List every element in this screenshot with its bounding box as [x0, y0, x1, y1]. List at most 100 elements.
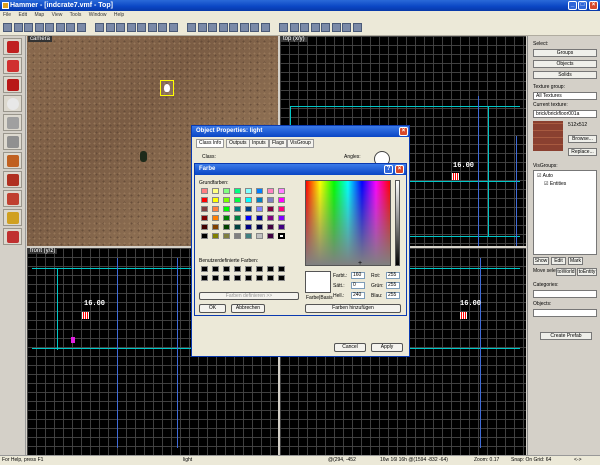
tab-visgroup[interactable]: VisGroup	[287, 139, 314, 148]
basic-color-swatch[interactable]	[245, 224, 252, 230]
basic-color-swatch[interactable]	[256, 206, 263, 212]
custom-color-swatch[interactable]	[245, 275, 252, 281]
side-light-marker[interactable]	[460, 312, 467, 319]
camera-tool-icon[interactable]	[3, 76, 22, 93]
basic-color-swatch[interactable]	[245, 188, 252, 194]
selection-tool-icon[interactable]	[3, 38, 22, 55]
custom-color-swatch[interactable]	[245, 266, 252, 272]
mark-button[interactable]: Mark	[568, 257, 583, 265]
custom-color-swatch[interactable]	[256, 275, 263, 281]
apply-button[interactable]: Apply	[371, 343, 403, 352]
tab-class-info[interactable]: Class Info	[196, 139, 225, 148]
grid-icon[interactable]	[95, 23, 104, 32]
custom-color-swatch[interactable]	[278, 266, 285, 272]
tab-flags[interactable]: Flags	[269, 139, 288, 148]
overlay-tool-icon[interactable]	[3, 190, 22, 207]
menu-view[interactable]: View	[52, 12, 63, 18]
basic-color-swatch[interactable]	[201, 224, 208, 230]
basic-color-swatch[interactable]	[223, 233, 230, 239]
light-entity[interactable]	[160, 80, 174, 96]
ok-button[interactable]: OK	[199, 304, 226, 313]
basic-color-swatch[interactable]	[278, 233, 285, 239]
basic-color-swatch[interactable]	[223, 215, 230, 221]
replace-button[interactable]: Replace...	[568, 148, 597, 156]
basic-color-swatch[interactable]	[267, 206, 274, 212]
basic-color-swatch[interactable]	[201, 206, 208, 212]
solids-button[interactable]: Solids	[533, 71, 597, 79]
basic-color-swatch[interactable]	[256, 215, 263, 221]
entity-tool-icon[interactable]	[3, 95, 22, 112]
basic-color-swatch[interactable]	[234, 224, 241, 230]
menu-edit[interactable]: Edit	[18, 12, 27, 18]
add-custom-color-button[interactable]: Farben hinzufügen	[305, 304, 401, 313]
basic-color-swatch[interactable]	[267, 233, 274, 239]
undo-icon[interactable]	[66, 23, 75, 32]
basic-color-swatch[interactable]	[256, 197, 263, 203]
custom-color-swatch[interactable]	[201, 275, 208, 281]
save-icon[interactable]	[24, 23, 33, 32]
basic-color-swatch[interactable]	[212, 233, 219, 239]
paste-icon[interactable]	[55, 23, 65, 32]
menu-tools[interactable]: Tools	[70, 12, 82, 18]
basic-color-swatch[interactable]	[245, 233, 252, 239]
grid-toggle-icon[interactable]	[105, 23, 115, 32]
ungroup-icon[interactable]	[147, 23, 157, 32]
groups-button[interactable]: Groups	[533, 49, 597, 57]
custom-color-swatch[interactable]	[234, 275, 241, 281]
basic-color-swatch[interactable]	[201, 188, 208, 194]
objects-button[interactable]: Objects	[533, 60, 597, 68]
wireframe-icon[interactable]	[260, 23, 270, 32]
custom-color-swatch[interactable]	[223, 266, 230, 272]
objects-select[interactable]	[533, 309, 597, 317]
basic-color-swatch[interactable]	[201, 215, 208, 221]
basic-color-swatch[interactable]	[212, 224, 219, 230]
prefab-icon[interactable]	[229, 23, 238, 32]
basic-color-swatch[interactable]	[267, 188, 274, 194]
texture-group-select[interactable]: All Textures	[533, 92, 597, 100]
abbrechen-button[interactable]: Abbrechen	[231, 304, 265, 313]
close-icon[interactable]: ×	[399, 127, 408, 136]
run-map-icon[interactable]	[208, 23, 217, 32]
custom-color-swatch[interactable]	[201, 266, 208, 272]
basic-color-swatch[interactable]	[245, 197, 252, 203]
show-icon[interactable]	[168, 23, 178, 32]
menu-map[interactable]: Map	[34, 12, 44, 18]
basic-color-swatch[interactable]	[278, 188, 285, 194]
custom-color-swatch[interactable]	[212, 275, 219, 281]
options-icon[interactable]	[352, 23, 362, 32]
minimize-icon[interactable]: _	[568, 1, 577, 10]
basic-color-swatch[interactable]	[256, 233, 263, 239]
basic-color-swatch[interactable]	[234, 188, 241, 194]
menu-window[interactable]: Window	[89, 12, 107, 18]
basic-color-swatch[interactable]	[267, 224, 274, 230]
close-icon[interactable]: ×	[589, 1, 598, 10]
cancel-button[interactable]: Cancel	[334, 343, 366, 352]
custom-color-swatch[interactable]	[267, 266, 274, 272]
basic-color-swatch[interactable]	[267, 215, 274, 221]
magnify-tool-icon[interactable]	[3, 57, 22, 74]
categories-select[interactable]	[533, 290, 597, 298]
decal-tool-icon[interactable]	[3, 171, 22, 188]
zoom-icon[interactable]	[331, 23, 341, 32]
to-world-button[interactable]: toWorld	[556, 268, 576, 276]
clip-tool-icon[interactable]	[3, 209, 22, 226]
visgroup-auto[interactable]: ☑ Auto	[537, 173, 553, 179]
visgroup-entities[interactable]: ☑ Entities	[544, 181, 566, 187]
green-field[interactable]: 255	[386, 282, 400, 289]
new-icon[interactable]	[3, 23, 12, 32]
visgroups-list[interactable]: ☑ Auto ☑ Entities	[533, 170, 597, 255]
menu-help[interactable]: Help	[114, 12, 124, 18]
basic-color-swatch[interactable]	[212, 197, 219, 203]
custom-color-swatch[interactable]	[212, 266, 219, 272]
basic-color-swatch[interactable]	[278, 224, 285, 230]
edit-button[interactable]: Edit	[551, 257, 566, 265]
basic-color-swatch[interactable]	[278, 206, 285, 212]
hide-icon[interactable]	[158, 23, 167, 32]
custom-color-swatch[interactable]	[278, 275, 285, 281]
basic-color-swatch[interactable]	[234, 197, 241, 203]
basic-color-swatch[interactable]	[234, 206, 241, 212]
textured-icon[interactable]	[289, 23, 299, 32]
basic-color-swatch[interactable]	[278, 197, 285, 203]
custom-color-swatch[interactable]	[223, 275, 230, 281]
hue-field[interactable]: 160	[351, 272, 365, 279]
